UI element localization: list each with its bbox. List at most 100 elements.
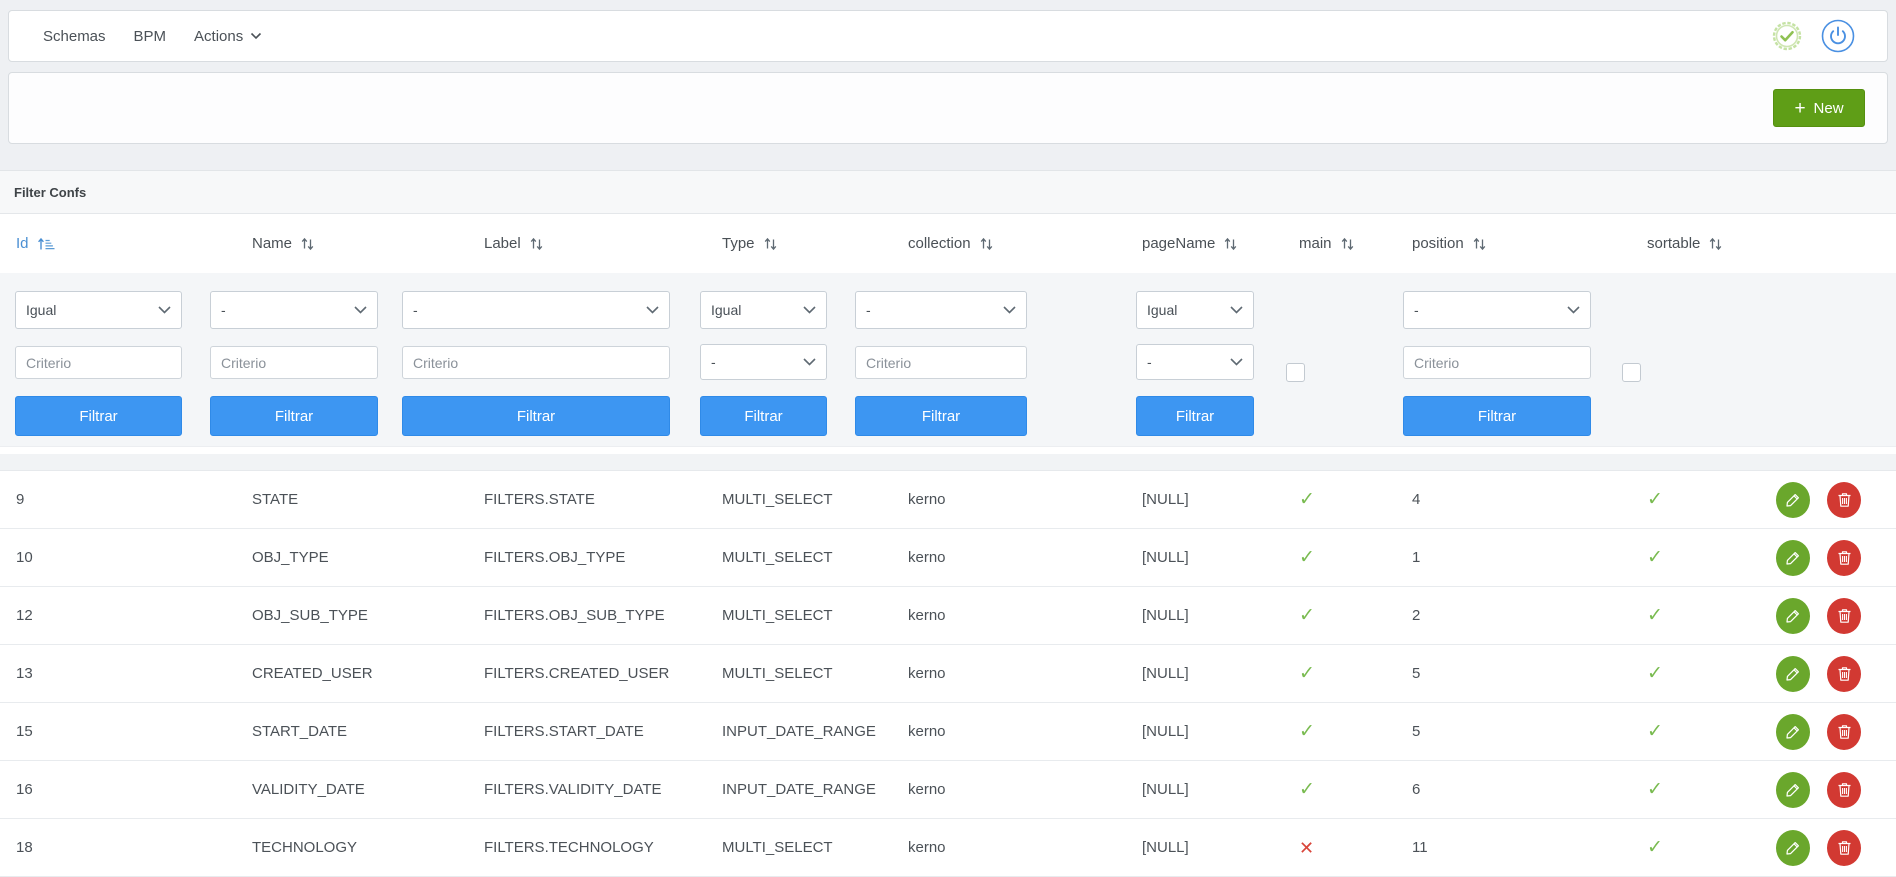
cell-position: 11 xyxy=(1390,819,1625,876)
filter-group-label: - Filtrar xyxy=(402,273,670,446)
column-header-name[interactable]: Name xyxy=(230,214,462,273)
edit-button[interactable] xyxy=(1776,482,1810,518)
check-icon: ✓ xyxy=(1299,664,1315,683)
cell-sortable: ✓ xyxy=(1625,529,1758,586)
navbar: Schemas BPM Actions xyxy=(8,10,1888,62)
id-criteria-input[interactable] xyxy=(15,346,182,379)
label-filter-button[interactable]: Filtrar xyxy=(402,396,670,436)
nav-item-schemas[interactable]: Schemas xyxy=(29,28,120,45)
cell-label: FILTERS.VALIDITY_DATE xyxy=(462,761,700,818)
name-filter-button[interactable]: Filtrar xyxy=(210,396,378,436)
collection-filter-button[interactable]: Filtrar xyxy=(855,396,1027,436)
type-filter-button[interactable]: Filtrar xyxy=(700,396,827,436)
cell-position: 6 xyxy=(1390,761,1625,818)
cell-sortable: ✓ xyxy=(1625,471,1758,528)
cell-main: ✓ xyxy=(1277,645,1390,702)
table-row[interactable]: 10 OBJ_TYPE FILTERS.OBJ_TYPE MULTI_SELEC… xyxy=(0,529,1896,587)
edit-button[interactable] xyxy=(1776,598,1810,634)
chevron-down-icon xyxy=(646,306,659,314)
cell-name: TECHNOLOGY xyxy=(230,819,462,876)
sort-icon xyxy=(1340,237,1355,251)
position-operator-select[interactable]: - xyxy=(1403,291,1591,329)
pagename-operator-select[interactable]: Igual xyxy=(1136,291,1254,329)
filter-group-collection: - Filtrar xyxy=(855,273,1027,446)
edit-button[interactable] xyxy=(1776,714,1810,750)
table-row[interactable]: 13 CREATED_USER FILTERS.CREATED_USER MUL… xyxy=(0,645,1896,703)
cell-actions xyxy=(1758,529,1896,586)
pagename-filter-button[interactable]: Filtrar xyxy=(1136,396,1254,436)
new-button[interactable]: + New xyxy=(1773,89,1865,127)
delete-button[interactable] xyxy=(1827,656,1861,692)
delete-button[interactable] xyxy=(1827,540,1861,576)
cell-label: FILTERS.STATE xyxy=(462,471,700,528)
chevron-down-icon xyxy=(250,32,262,40)
collection-operator-select[interactable]: - xyxy=(855,291,1027,329)
column-header-label[interactable]: Label xyxy=(462,214,700,273)
cell-main: ✓ xyxy=(1277,703,1390,760)
column-header-sortable[interactable]: sortable xyxy=(1625,214,1758,273)
type-value-select[interactable]: - xyxy=(700,344,827,380)
column-header-position[interactable]: position xyxy=(1390,214,1625,273)
label-operator-select[interactable]: - xyxy=(402,291,670,329)
label-criteria-input[interactable] xyxy=(402,346,670,379)
main-filter-checkbox[interactable] xyxy=(1286,363,1305,382)
delete-button[interactable] xyxy=(1827,830,1861,866)
position-criteria-input[interactable] xyxy=(1403,346,1591,379)
column-header-main[interactable]: main xyxy=(1277,214,1390,273)
trash-icon xyxy=(1837,666,1852,682)
edit-button[interactable] xyxy=(1776,772,1810,808)
collection-criteria-input[interactable] xyxy=(855,346,1027,379)
pagename-value-select[interactable]: - xyxy=(1136,344,1254,380)
delete-button[interactable] xyxy=(1827,598,1861,634)
table-row[interactable]: 9 STATE FILTERS.STATE MULTI_SELECT kerno… xyxy=(0,471,1896,529)
trash-icon xyxy=(1837,492,1852,508)
cell-type: INPUT_DATE_RANGE xyxy=(700,761,886,818)
chevron-down-icon xyxy=(158,306,171,314)
cell-pagename: [NULL] xyxy=(1120,587,1277,644)
id-operator-select[interactable]: Igual xyxy=(15,291,182,329)
cell-pagename: [NULL] xyxy=(1120,703,1277,760)
edit-button[interactable] xyxy=(1776,830,1810,866)
column-header-collection[interactable]: collection xyxy=(886,214,1120,273)
edit-button[interactable] xyxy=(1776,656,1810,692)
cell-position: 4 xyxy=(1390,471,1625,528)
position-filter-button[interactable]: Filtrar xyxy=(1403,396,1591,436)
nav-item-bpm[interactable]: BPM xyxy=(120,28,181,45)
column-header-pagename[interactable]: pageName xyxy=(1120,214,1277,273)
table-row[interactable]: 16 VALIDITY_DATE FILTERS.VALIDITY_DATE I… xyxy=(0,761,1896,819)
name-criteria-input[interactable] xyxy=(210,346,378,379)
column-header-type[interactable]: Type xyxy=(700,214,886,273)
chevron-down-icon xyxy=(1003,306,1016,314)
cell-type: MULTI_SELECT xyxy=(700,471,886,528)
delete-button[interactable] xyxy=(1827,714,1861,750)
power-button[interactable] xyxy=(1821,19,1855,53)
cell-type: MULTI_SELECT xyxy=(700,819,886,876)
cell-name: START_DATE xyxy=(230,703,462,760)
check-icon: ✓ xyxy=(1647,548,1663,567)
cell-label: FILTERS.CREATED_USER xyxy=(462,645,700,702)
nav-item-actions[interactable]: Actions xyxy=(180,28,276,45)
table-row[interactable]: 15 START_DATE FILTERS.START_DATE INPUT_D… xyxy=(0,703,1896,761)
sortable-filter-checkbox[interactable] xyxy=(1622,363,1641,382)
type-operator-select[interactable]: Igual xyxy=(700,291,827,329)
delete-button[interactable] xyxy=(1827,772,1861,808)
id-filter-button[interactable]: Filtrar xyxy=(15,396,182,436)
delete-button[interactable] xyxy=(1827,482,1861,518)
filter-group-position: - Filtrar xyxy=(1403,273,1591,446)
sort-icon xyxy=(763,237,778,251)
table-row[interactable]: 12 OBJ_SUB_TYPE FILTERS.OBJ_SUB_TYPE MUL… xyxy=(0,587,1896,645)
edit-button[interactable] xyxy=(1776,540,1810,576)
column-header-id[interactable]: Id xyxy=(0,214,230,273)
table-row[interactable]: 18 TECHNOLOGY FILTERS.TECHNOLOGY MULTI_S… xyxy=(0,819,1896,877)
check-icon: ✓ xyxy=(1647,606,1663,625)
check-icon: ✓ xyxy=(1299,722,1315,741)
cell-label: FILTERS.OBJ_SUB_TYPE xyxy=(462,587,700,644)
cell-type: MULTI_SELECT xyxy=(700,645,886,702)
cell-type: MULTI_SELECT xyxy=(700,529,886,586)
name-operator-select[interactable]: - xyxy=(210,291,378,329)
cell-sortable: ✓ xyxy=(1625,645,1758,702)
pencil-icon xyxy=(1785,666,1801,682)
cell-id: 10 xyxy=(0,529,230,586)
cell-pagename: [NULL] xyxy=(1120,471,1277,528)
cell-collection: kerno xyxy=(886,587,1120,644)
